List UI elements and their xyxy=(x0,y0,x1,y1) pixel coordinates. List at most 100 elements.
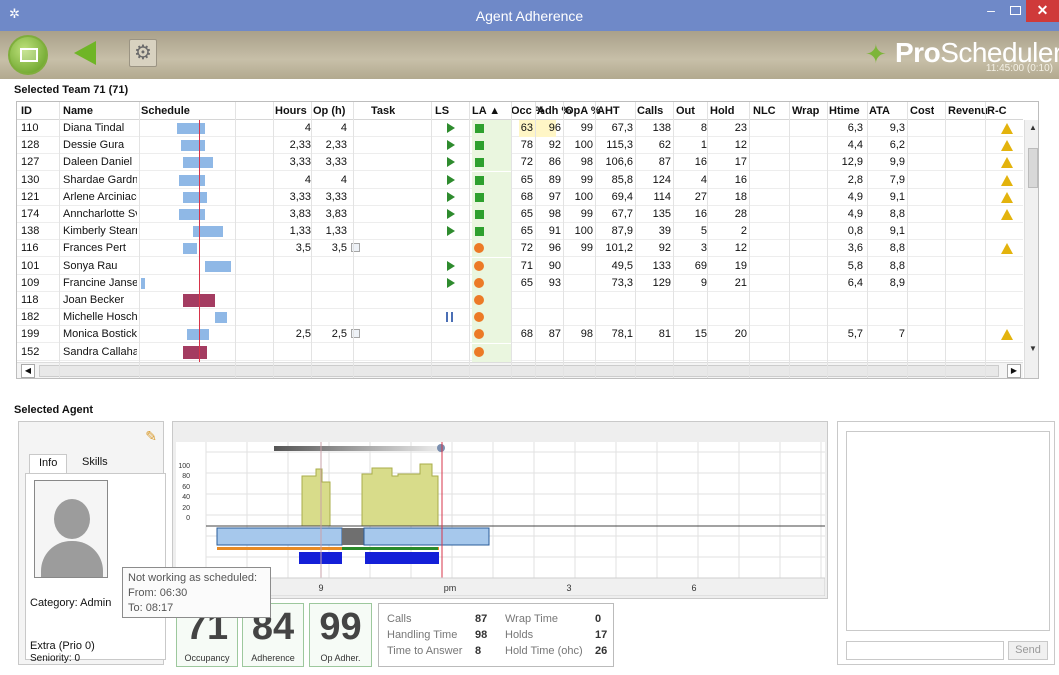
tab-info[interactable]: Info xyxy=(29,454,67,474)
warning-icon[interactable] xyxy=(1001,140,1013,152)
schedule-work-block xyxy=(205,260,231,272)
warning-icon[interactable] xyxy=(1001,243,1013,255)
column-header[interactable]: Revenu xyxy=(948,105,988,117)
column-header[interactable]: ATA xyxy=(869,105,890,117)
table-row[interactable]: 121 Arlene Arciniaco 3,33 3,33 68 97 100 69,4 11… xyxy=(17,188,1023,206)
schedule-bar[interactable] xyxy=(17,121,237,136)
table-row[interactable]: 182 Michelle Hosch xyxy=(17,309,1023,327)
scroll-left-icon[interactable]: ◀ xyxy=(21,364,35,378)
column-header[interactable]: Out xyxy=(676,105,695,117)
column-header[interactable]: Wrap xyxy=(792,105,819,117)
warning-icon[interactable] xyxy=(1001,157,1013,169)
schedule-bar[interactable] xyxy=(17,310,237,325)
table-row[interactable]: 128 Dessie Gura 2,33 2,33 78 92 100 115,3 62 1 12 4… xyxy=(17,137,1023,155)
edit-pencil-icon[interactable]: ✎ xyxy=(145,428,157,445)
maximize-button[interactable] xyxy=(1004,0,1026,22)
cell-aht: 87,9 xyxy=(611,225,633,238)
warning-icon[interactable] xyxy=(1001,191,1013,203)
column-header[interactable]: R-C xyxy=(987,105,1007,117)
cell-hold: 17 xyxy=(734,156,747,169)
back-arrow-button[interactable] xyxy=(74,41,96,65)
home-button[interactable] xyxy=(8,35,48,75)
scroll-right-icon[interactable]: ▶ xyxy=(1007,364,1021,378)
cell-htime: 5,8 xyxy=(847,259,863,272)
table-row[interactable]: 199 Monica Bostick 2,5 2,5 68 87 98 78,1 81 15 20 5… xyxy=(17,326,1023,344)
cell-adh: 93 xyxy=(548,276,561,289)
scroll-up-icon[interactable]: ▲ xyxy=(1027,123,1038,135)
warning-icon[interactable] xyxy=(1001,174,1013,186)
column-header[interactable]: NLC xyxy=(753,105,776,117)
cell-calls: 81 xyxy=(658,328,671,341)
column-header[interactable]: Htime xyxy=(829,105,860,117)
column-header[interactable]: Calls xyxy=(637,105,663,117)
grid-vertical-scrollbar[interactable]: ▲ ▼ xyxy=(1024,120,1038,378)
table-row[interactable]: 110 Diana Tindal 4 4 63 96 99 67,3 138 8 23 6,3 9,3 xyxy=(17,120,1023,137)
schedule-bar[interactable] xyxy=(17,327,237,342)
column-header[interactable]: Op (h) xyxy=(313,105,345,117)
column-divider xyxy=(907,102,908,378)
schedule-bar[interactable] xyxy=(17,345,237,360)
play-icon xyxy=(447,209,455,219)
activity-block-phone xyxy=(365,552,439,564)
schedule-bar[interactable] xyxy=(17,138,237,153)
column-header[interactable]: AHT xyxy=(597,105,620,117)
cell-ata: 8,8 xyxy=(889,259,905,272)
schedule-bar[interactable] xyxy=(17,241,237,256)
warning-icon[interactable] xyxy=(1001,123,1013,134)
column-divider xyxy=(139,102,140,378)
table-row[interactable]: 127 Daleen Daniel 3,33 3,33 72 86 98 106,6 87 16 1… xyxy=(17,154,1023,172)
schedule-bar[interactable] xyxy=(17,224,237,239)
column-header[interactable]: Task xyxy=(371,105,395,117)
cell-opa: 98 xyxy=(580,156,593,169)
scroll-down-icon[interactable]: ▼ xyxy=(1027,344,1038,356)
column-header[interactable]: Hours xyxy=(275,105,307,117)
table-row[interactable]: 118 Joan Becker xyxy=(17,292,1023,309)
table-row[interactable]: 130 Shardae Gardne 4 4 65 89 99 85,8 124 4 16 2,8 7,… xyxy=(17,171,1023,189)
cell-calls: 133 xyxy=(652,259,671,272)
send-button[interactable]: Send xyxy=(1008,641,1048,660)
stat-wrap-label: Wrap Time xyxy=(505,613,558,625)
table-row[interactable]: 152 Sandra Callahar xyxy=(17,343,1023,361)
column-header[interactable]: LA ▲ xyxy=(472,105,500,117)
schedule-bar[interactable] xyxy=(17,207,237,222)
cell-occ: 72 xyxy=(520,156,533,169)
schedule-bar[interactable] xyxy=(17,276,237,291)
table-row[interactable]: 116 Frances Pert 3,5 3,5 72 96 99 101,2 92 3 12 3,6… xyxy=(17,240,1023,258)
column-header[interactable]: ID xyxy=(21,105,32,117)
hscroll-thumb[interactable] xyxy=(39,365,999,377)
scroll-thumb[interactable] xyxy=(1028,148,1038,188)
column-header[interactable]: LS xyxy=(435,105,449,117)
tab-skills[interactable]: Skills xyxy=(73,454,117,474)
warning-icon[interactable] xyxy=(1001,329,1013,341)
schedule-bar[interactable] xyxy=(17,173,237,188)
schedule-bar[interactable] xyxy=(17,190,237,205)
table-row[interactable]: 138 Kimberly Stearn 1,33 1,33 65 91 100 87,9 39 5… xyxy=(17,223,1023,241)
schedule-bar[interactable] xyxy=(17,293,237,308)
schedule-bar[interactable] xyxy=(17,155,237,170)
cell-ata: 8,8 xyxy=(889,208,905,220)
cell-out: 69 xyxy=(694,259,707,272)
chat-log xyxy=(846,431,1050,631)
column-header[interactable]: Name xyxy=(63,105,93,117)
status-orange-dot-icon xyxy=(474,295,484,305)
agent-grid[interactable]: ID Name Schedule Hours Op (h) Task LS LA ▲ Occ %… xyxy=(16,101,1039,379)
column-divider xyxy=(431,102,432,378)
column-divider xyxy=(353,102,354,378)
column-header[interactable]: Hold xyxy=(710,105,734,117)
cell-hold: 12 xyxy=(734,242,747,255)
close-button[interactable]: ✕ xyxy=(1026,0,1059,22)
column-header[interactable]: Cost xyxy=(910,105,934,117)
column-header[interactable]: Schedule xyxy=(141,105,190,117)
y-tick-label: 40 xyxy=(182,494,190,501)
settings-button[interactable]: ⚙ xyxy=(129,39,157,67)
grid-horizontal-scrollbar[interactable]: ◀ ▶ xyxy=(17,362,1023,378)
table-row[interactable]: 101 Sonya Rau 71 90 49,5 133 69 19 5,8 8,8 xyxy=(17,257,1023,275)
cell-aht: 67,3 xyxy=(611,122,633,134)
chat-input[interactable] xyxy=(846,641,1004,660)
schedule-bar[interactable] xyxy=(17,259,237,274)
cell-calls: 135 xyxy=(652,208,671,220)
minimize-button[interactable]: – xyxy=(978,0,1004,22)
table-row[interactable]: 174 Anncharlotte Sv 3,83 3,83 65 98 99 67,7 135 1… xyxy=(17,206,1023,223)
table-row[interactable]: 109 Francine Jansen 65 93 73,3 129 9 21 6,4 8,9 xyxy=(17,274,1023,292)
warning-icon[interactable] xyxy=(1001,209,1013,220)
